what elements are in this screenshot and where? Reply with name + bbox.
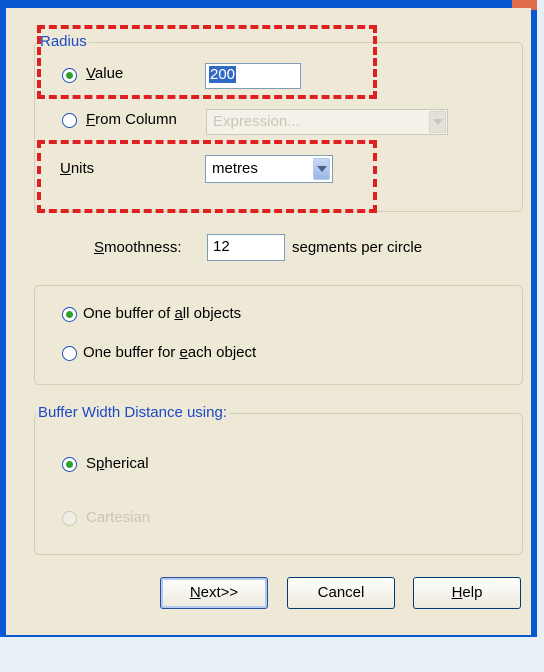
one-buffer-all-radio[interactable] [62, 307, 77, 322]
smoothness-input[interactable]: 12 [207, 234, 285, 261]
smoothness-label: Smoothness: [94, 239, 182, 256]
one-buffer-all-label[interactable]: One buffer of all objects [83, 305, 241, 322]
column-combo-arrow [429, 111, 446, 133]
spherical-label[interactable]: Spherical [86, 455, 149, 472]
buffer-mode-group [34, 285, 523, 385]
from-column-radio-label[interactable]: From Column [86, 111, 177, 128]
one-buffer-each-label[interactable]: One buffer for each object [83, 344, 256, 361]
highlight-units-row [37, 140, 377, 213]
from-column-radio[interactable] [62, 113, 77, 128]
help-button[interactable]: Help [413, 577, 521, 609]
cartesian-label: Cartesian [86, 509, 151, 526]
buffer-width-group [34, 413, 523, 555]
one-buffer-each-radio[interactable] [62, 346, 77, 361]
cartesian-radio [62, 511, 77, 526]
column-expression-combo: Expression... [206, 109, 448, 135]
smoothness-suffix: segments per circle [292, 239, 423, 256]
highlight-value-row [37, 25, 377, 99]
next-button[interactable]: Next>> [160, 577, 268, 609]
buffer-width-caption: Buffer Width Distance using: [36, 404, 229, 421]
cancel-button[interactable]: Cancel [287, 577, 395, 609]
spherical-radio[interactable] [62, 457, 77, 472]
